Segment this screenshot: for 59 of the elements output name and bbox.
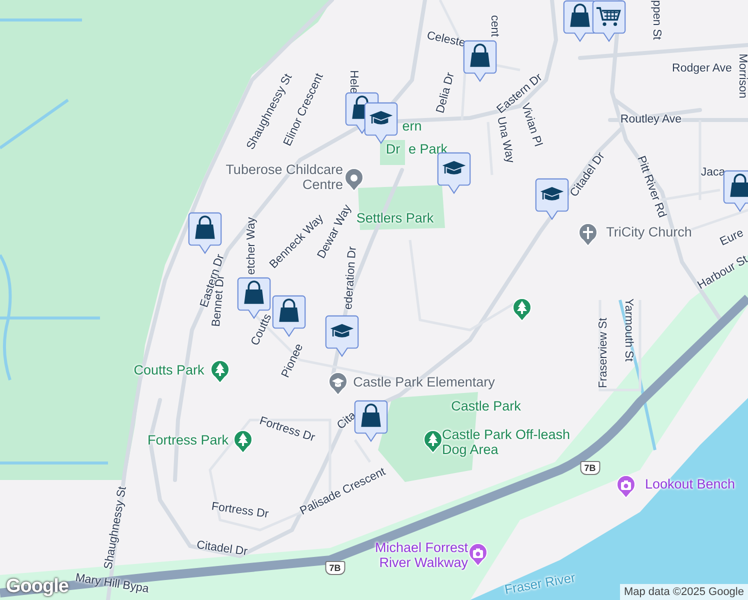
street-label: cent — [488, 15, 500, 37]
school-pin-icon[interactable] — [328, 372, 348, 396]
place-label: Castle Park Elementary — [353, 376, 495, 390]
street-label: Celeste — [426, 30, 466, 50]
park-area — [380, 140, 405, 165]
tree-pin-icon[interactable] — [233, 430, 253, 454]
side-street — [354, 439, 372, 463]
street-label: Fraserview St — [598, 318, 610, 388]
street-label: Eure — [718, 227, 746, 249]
map-attribution: Map data ©2025 Google — [620, 584, 748, 600]
street-label: etcher Way — [246, 217, 258, 275]
street-label: Hele — [346, 70, 360, 94]
street-label: Coutts — [249, 312, 275, 348]
shopping-cart-pin[interactable] — [592, 0, 626, 43]
street-label: Routley Ave — [620, 114, 682, 126]
tree-pin-icon[interactable] — [210, 360, 230, 384]
street-label: Una Way — [494, 116, 516, 164]
tree-pin-icon[interactable] — [512, 298, 532, 322]
park-label: Settlers Park — [356, 212, 434, 226]
shopping-bag-pin[interactable] — [723, 170, 748, 213]
shopping-bag-pin[interactable] — [272, 295, 306, 338]
park-label: Fortress Park — [148, 434, 228, 448]
graduation-cap-pin[interactable] — [364, 102, 398, 145]
graduation-cap-pin[interactable] — [437, 152, 471, 195]
highway-shield: 7B — [580, 461, 600, 475]
tree-pin-icon[interactable] — [423, 430, 443, 454]
highway-shield: 7B — [325, 561, 345, 575]
street-label: Fortress Dr — [210, 500, 270, 522]
attraction-label: Michael Forrest River Walkway — [374, 541, 468, 571]
camera-pin-icon[interactable] — [616, 475, 636, 499]
canal-line — [0, 98, 69, 150]
street-label: Mary Hill Bypa — [74, 572, 150, 596]
park-label: Dr — [386, 142, 400, 158]
park-label: Coutts Park — [134, 364, 204, 378]
place-label: TriCity Church — [606, 226, 692, 240]
shopping-bag-pin[interactable] — [188, 212, 222, 255]
street-label: Rodger Ave — [672, 62, 732, 76]
place-pin-icon[interactable] — [344, 168, 364, 192]
street-label: Pitt River Rd — [634, 154, 668, 220]
graduation-cap-pin[interactable] — [535, 178, 569, 221]
park-label: e Park — [408, 142, 448, 158]
shopping-bag-pin[interactable] — [463, 40, 497, 83]
park-label: Castle Park Off-leash Dog Area — [442, 428, 572, 458]
graduation-cap-pin[interactable] — [325, 315, 359, 358]
street-label: Yarmouth St — [622, 298, 634, 362]
place-label: Tuberose Childcare Centre — [224, 163, 343, 193]
street-label: Morrison — [736, 54, 748, 98]
street-label: Citadel Dr — [196, 539, 248, 559]
shopping-bag-pin[interactable] — [354, 400, 388, 443]
park-label: ern — [402, 120, 422, 134]
river-label: Fraser River — [504, 570, 576, 598]
street-label: Cita — [335, 410, 359, 432]
street-label: ppen St — [650, 0, 662, 40]
street-label: Delia Dr — [434, 71, 458, 115]
camera-pin-icon[interactable] — [468, 543, 488, 567]
street-label: Jaca — [700, 166, 726, 180]
cross-pin-icon[interactable] — [578, 223, 598, 247]
park-label: Castle Park — [451, 400, 521, 414]
street-label: ederation Dr — [342, 246, 360, 310]
